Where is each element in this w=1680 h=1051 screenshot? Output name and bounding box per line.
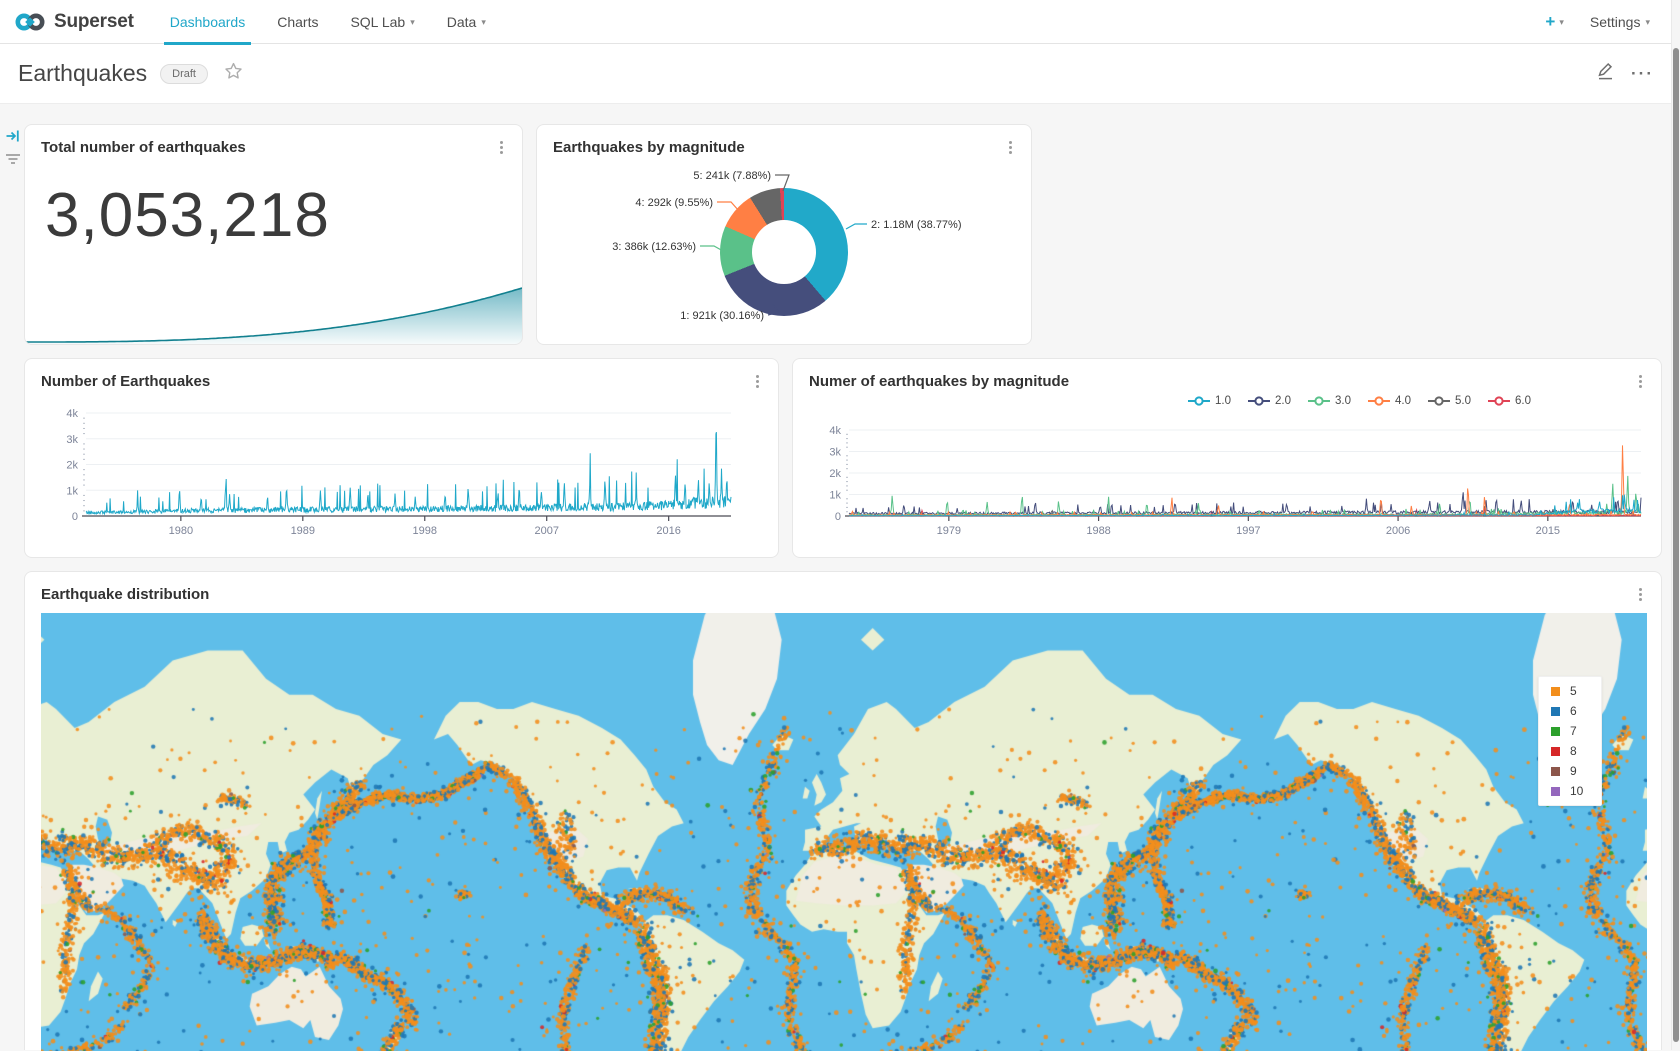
magnitude-series-chart: 0 1k 2k 3k 4k 1979 1988 1997 2006 2015 xyxy=(793,359,1662,558)
draft-badge: Draft xyxy=(160,64,208,84)
card-number-of-earthquakes: Number of Earthquakes 01k2k3k4k198019891… xyxy=(24,358,779,558)
legend-swatch xyxy=(1551,727,1560,736)
x-tick-label: 2006 xyxy=(1386,525,1410,537)
caret-down-icon: ▾ xyxy=(410,17,415,28)
y-tick-label: 4k xyxy=(829,425,841,437)
y-tick-label: 0 xyxy=(72,511,78,523)
y-tick-label: 1k xyxy=(66,485,78,497)
y-tick-label: 1k xyxy=(829,490,841,502)
trendline-chart xyxy=(25,284,522,344)
x-tick-label: 1989 xyxy=(291,525,315,537)
donut-label-5: 5: 241k (7.88%) xyxy=(693,170,771,182)
caret-down-icon: ▾ xyxy=(1559,17,1564,28)
nav-item-sql-lab[interactable]: SQL Lab ▾ xyxy=(334,0,430,44)
map-legend-item-5: 5 xyxy=(1551,684,1601,698)
legend-label: 5 xyxy=(1570,684,1577,698)
caret-down-icon: ▾ xyxy=(481,17,486,28)
page-title: Earthquakes xyxy=(18,60,147,87)
legend-swatch xyxy=(1551,787,1560,796)
filter-lines-icon[interactable] xyxy=(5,152,21,171)
donut-label-2: 2: 1.18M (38.77%) xyxy=(871,219,962,231)
settings-menu[interactable]: Settings ▾ xyxy=(1590,14,1650,30)
map-legend-item-6: 6 xyxy=(1551,704,1601,718)
scrollbar-track[interactable] xyxy=(1671,0,1680,1050)
x-tick-label: 1980 xyxy=(169,525,193,537)
card-earthquakes-by-magnitude-series: Numer of earthquakes by magnitude 1.02.0… xyxy=(792,358,1662,558)
y-tick-label: 3k xyxy=(829,447,841,459)
x-tick-label: 2007 xyxy=(534,525,558,537)
map-legend-item-7: 7 xyxy=(1551,724,1601,738)
nav-item-charts[interactable]: Charts xyxy=(261,0,334,44)
legend-swatch xyxy=(1551,687,1560,696)
x-tick-label: 1997 xyxy=(1236,525,1260,537)
big-number-value: 3,053,218 xyxy=(45,180,330,251)
edit-dashboard-icon[interactable] xyxy=(1596,62,1615,86)
map-legend-item-9: 9 xyxy=(1551,764,1601,778)
y-tick-label: 2k xyxy=(66,460,78,472)
dashboard-header: Earthquakes Draft ··· xyxy=(0,44,1680,104)
expand-filter-bar-icon[interactable] xyxy=(5,128,21,149)
map-legend-item-8: 8 xyxy=(1551,744,1601,758)
earthquake-count-chart: 0 1k 2k 3k 4k 1980 1989 1998 2007 2016 xyxy=(25,359,779,558)
card-title: Earthquake distribution xyxy=(41,586,209,603)
card-earthquakes-by-magnitude: Earthquakes by magnitude 5: 241k (7.88%)… xyxy=(536,124,1032,345)
x-tick-label: 1988 xyxy=(1086,525,1110,537)
x-tick-label: 1998 xyxy=(413,525,437,537)
filter-rail xyxy=(0,104,24,1050)
card-total-earthquakes: Total number of earthquakes 3,053,218 xyxy=(24,124,523,345)
legend-label: 8 xyxy=(1570,744,1577,758)
superset-logo[interactable]: Superset xyxy=(14,9,134,35)
card-earthquake-distribution: Earthquake distribution 5 6 7 8 9 10 xyxy=(24,571,1662,1050)
kebab-menu-icon[interactable] xyxy=(494,138,508,156)
legend-label: 9 xyxy=(1570,764,1577,778)
legend-label: 7 xyxy=(1570,724,1577,738)
y-tick-label: 4k xyxy=(66,408,78,420)
y-tick-label: 2k xyxy=(829,468,841,480)
legend-swatch xyxy=(1551,707,1560,716)
x-tick-label: 1979 xyxy=(937,525,961,537)
nav-item-data[interactable]: Data ▾ xyxy=(431,0,502,44)
legend-label: 10 xyxy=(1570,784,1583,798)
kebab-menu-icon[interactable] xyxy=(1633,585,1647,603)
more-actions-icon[interactable]: ··· xyxy=(1631,64,1654,84)
superset-infinity-icon xyxy=(14,9,46,35)
new-item-button[interactable]: + ▾ xyxy=(1545,12,1563,32)
donut-label-3: 3: 386k (12.63%) xyxy=(612,241,696,253)
legend-swatch xyxy=(1551,747,1560,756)
scrollbar-thumb[interactable] xyxy=(1673,48,1679,1042)
x-tick-label: 2016 xyxy=(656,525,680,537)
favorite-star-icon[interactable] xyxy=(224,62,243,85)
donut-chart: 5: 241k (7.88%) 4: 292k (9.55%) 3: 386k … xyxy=(537,125,1032,345)
donut-label-1: 1: 921k (30.16%) xyxy=(680,310,764,322)
map-legend: 5 6 7 8 9 10 xyxy=(1538,676,1602,806)
donut-label-4: 4: 292k (9.55%) xyxy=(635,197,713,209)
x-tick-label: 2015 xyxy=(1536,525,1560,537)
world-map[interactable] xyxy=(41,613,1647,1051)
brand-name: Superset xyxy=(54,11,134,33)
main-nav: Dashboards Charts SQL Lab ▾ Data ▾ xyxy=(154,0,502,44)
top-navbar: Superset Dashboards Charts SQL Lab ▾ Dat… xyxy=(0,0,1680,44)
nav-item-dashboards[interactable]: Dashboards xyxy=(154,0,262,44)
map-legend-item-10: 10 xyxy=(1551,784,1601,798)
y-tick-label: 0 xyxy=(835,511,841,523)
y-tick-label: 3k xyxy=(66,434,78,446)
card-title: Total number of earthquakes xyxy=(41,139,246,156)
legend-label: 6 xyxy=(1570,704,1577,718)
caret-down-icon: ▾ xyxy=(1645,17,1650,28)
legend-swatch xyxy=(1551,767,1560,776)
